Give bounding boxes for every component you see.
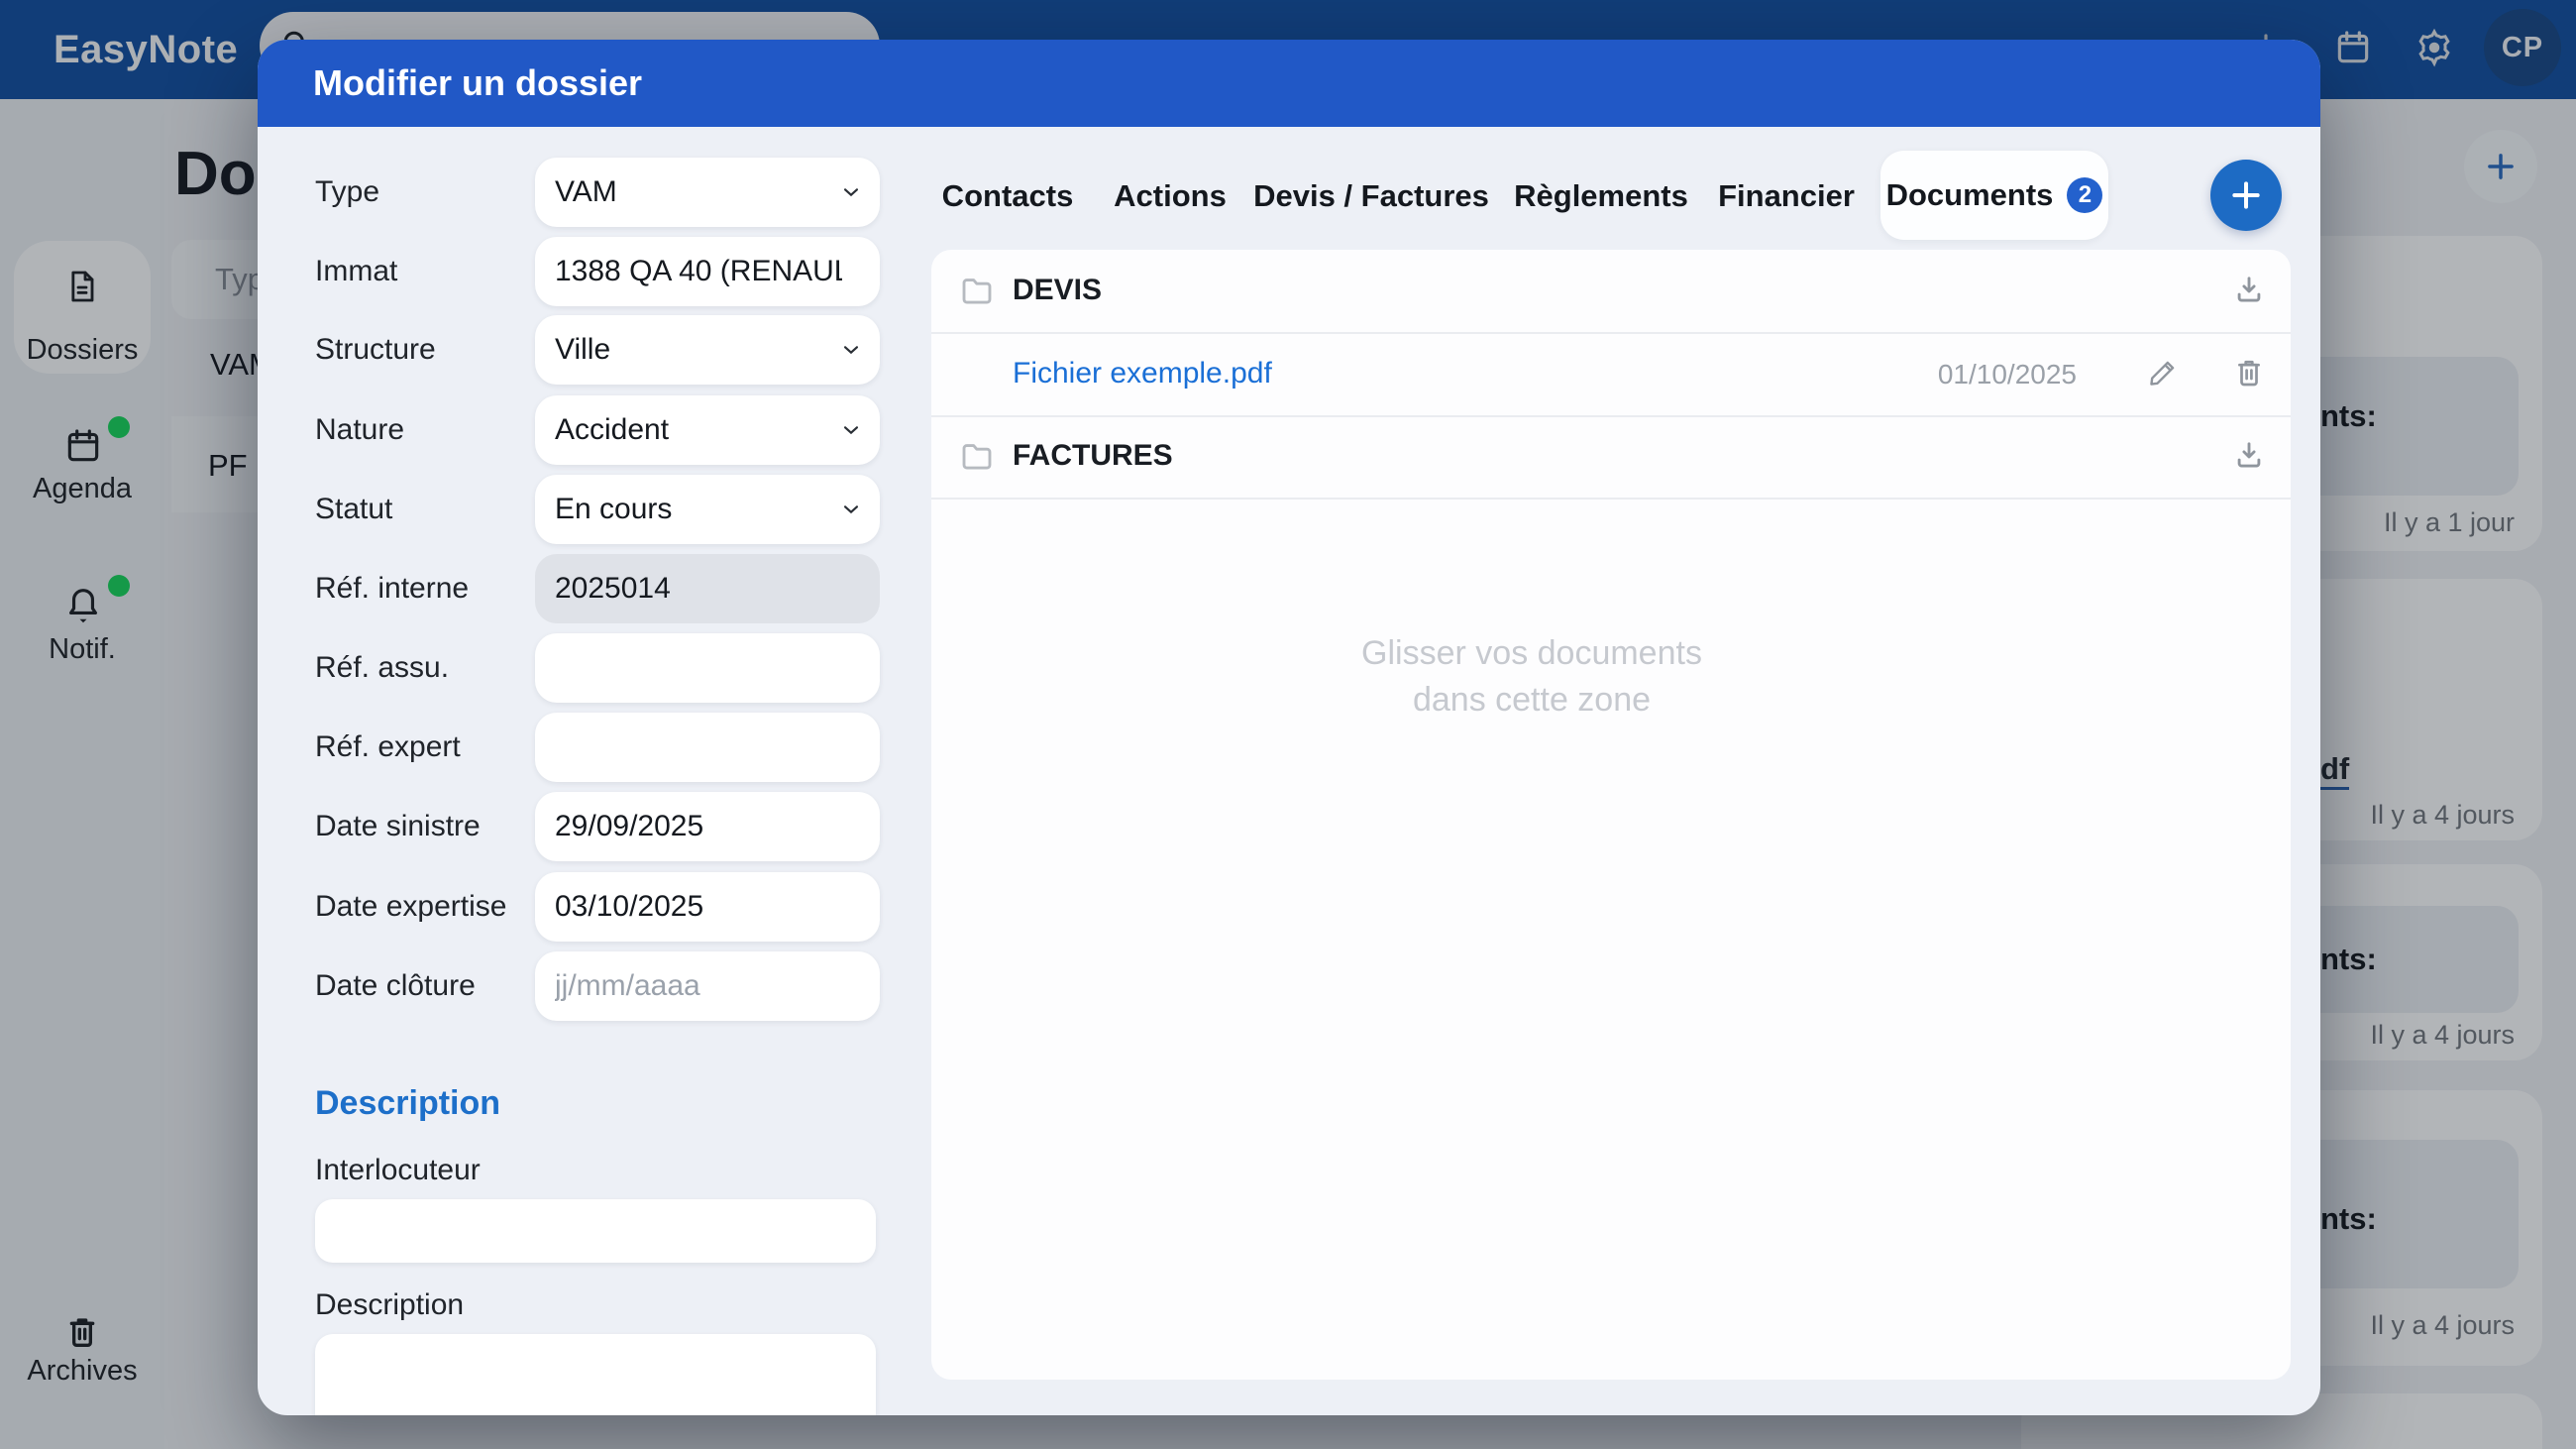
download-icon[interactable] bbox=[2231, 272, 2267, 307]
field-label: Date expertise bbox=[315, 890, 507, 923]
tab-actions[interactable]: Actions bbox=[1114, 178, 1227, 214]
interlocuteur-input[interactable] bbox=[315, 1199, 876, 1263]
chevron-down-icon bbox=[838, 179, 864, 205]
section-heading-description: Description bbox=[315, 1084, 501, 1122]
immat-input[interactable]: 1388 QA 40 (RENAULT KA bbox=[535, 237, 880, 306]
description-label: Description bbox=[315, 1288, 465, 1321]
field-label: Réf. assu. bbox=[315, 651, 450, 684]
interlocuteur-label: Interlocuteur bbox=[315, 1154, 481, 1186]
modal-modifier-dossier: Modifier un dossier Type VAM Immat 1388 … bbox=[258, 40, 2320, 1415]
chevron-down-icon bbox=[838, 337, 864, 363]
file-date: 01/10/2025 bbox=[1937, 359, 2077, 390]
chevron-down-icon bbox=[838, 497, 864, 522]
folder-name: FACTURES bbox=[1013, 439, 1173, 472]
tab-reglements[interactable]: Règlements bbox=[1514, 178, 1688, 214]
chevron-down-icon bbox=[838, 417, 864, 443]
tab-devis-factures[interactable]: Devis / Factures bbox=[1253, 178, 1489, 214]
folder-name: DEVIS bbox=[1013, 274, 1103, 306]
field-label: Date sinistre bbox=[315, 810, 481, 842]
date-sinistre-input[interactable]: 29/09/2025 bbox=[535, 792, 880, 861]
date-cloture-input[interactable]: jj/mm/aaaa bbox=[535, 951, 880, 1021]
dropzone[interactable]: Glisser vos documents dans cette zone bbox=[852, 630, 2211, 724]
field-label: Immat bbox=[315, 255, 398, 287]
type-select[interactable]: VAM bbox=[535, 158, 880, 227]
field-label: Structure bbox=[315, 333, 436, 366]
divider bbox=[931, 498, 2291, 500]
folder-row-devis[interactable] bbox=[931, 250, 2291, 332]
nature-select[interactable]: Accident bbox=[535, 395, 880, 465]
field-label: Réf. interne bbox=[315, 572, 470, 605]
file-link[interactable]: Fichier exemple.pdf bbox=[1013, 357, 1272, 390]
tab-label: Documents bbox=[1885, 177, 2054, 212]
ref-expert-input[interactable] bbox=[535, 713, 880, 782]
dropzone-text-line2: dans cette zone bbox=[1412, 681, 1652, 719]
structure-select[interactable]: Ville bbox=[535, 315, 880, 385]
field-label: Type bbox=[315, 175, 380, 208]
statut-select[interactable]: En cours bbox=[535, 475, 880, 544]
download-icon[interactable] bbox=[2231, 437, 2267, 473]
tab-contacts[interactable]: Contacts bbox=[942, 178, 1074, 214]
field-label: Nature bbox=[315, 413, 405, 446]
modal-title: Modifier un dossier bbox=[313, 62, 643, 103]
field-label: Statut bbox=[315, 493, 393, 525]
date-expertise-input[interactable]: 03/10/2025 bbox=[535, 872, 880, 942]
ref-interne-input: 2025014 bbox=[535, 554, 880, 623]
plus-icon bbox=[2232, 181, 2260, 209]
ref-assu-input[interactable] bbox=[535, 633, 880, 703]
app-root: EasyNote CP Dossiers Agenda Notif. Archi… bbox=[0, 0, 2576, 1449]
description-textarea[interactable] bbox=[315, 1334, 876, 1415]
delete-icon[interactable] bbox=[2231, 355, 2267, 390]
tab-financier[interactable]: Financier bbox=[1718, 178, 1855, 214]
modal-header: Modifier un dossier bbox=[258, 40, 2320, 127]
edit-icon[interactable] bbox=[2145, 355, 2181, 390]
documents-count-badge: 2 bbox=[2067, 177, 2103, 213]
dropzone-text-line1: Glisser vos documents bbox=[1361, 634, 1702, 672]
field-label: Date clôture bbox=[315, 969, 476, 1002]
tab-documents[interactable]: Documents 2 bbox=[1880, 151, 2108, 240]
folder-icon bbox=[957, 272, 997, 309]
add-document-button[interactable] bbox=[2210, 160, 2282, 231]
field-label: Réf. expert bbox=[315, 730, 461, 763]
folder-icon bbox=[957, 437, 997, 475]
